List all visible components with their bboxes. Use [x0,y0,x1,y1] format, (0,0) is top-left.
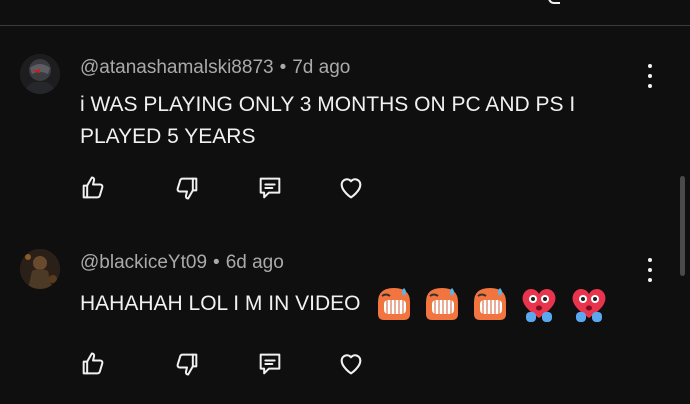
heart-button[interactable] [334,172,368,204]
dislike-button[interactable] [170,172,204,204]
header-divider [0,25,690,26]
heart-button[interactable] [334,348,368,380]
comment-meta: @atanashamalski8873 • 7d ago [80,57,350,79]
like-button[interactable] [76,348,110,380]
grimacing-sweat-emoji [426,288,459,320]
grimacing-sweat-emoji [474,288,507,320]
thumbs-down-icon [176,353,198,376]
more-vert-icon[interactable] [640,64,660,88]
reply-icon [259,177,281,199]
scrollbar[interactable] [680,176,685,276]
heart-icon [340,354,362,375]
comment-meta: @blackiceYt09 • 6d ago [80,252,284,274]
reply-button[interactable] [253,172,287,204]
comment-text: HAHAHAH LOL I M IN VIDEO [80,292,361,315]
reply-icon [259,353,281,375]
comment-text-row: HAHAHAH LOL I M IN VIDEO [80,284,640,324]
reply-button[interactable] [253,348,287,380]
avatar[interactable] [20,54,60,94]
comment-author[interactable]: @blackiceYt09 [80,252,207,273]
comment-time[interactable]: 6d ago [226,252,284,273]
more-vert-icon[interactable] [640,258,660,282]
comment-author[interactable]: @atanashamalski8873 [80,57,274,78]
dislike-button[interactable] [170,348,204,380]
top-edge-icon-fragment [548,0,560,4]
comment-time[interactable]: 7d ago [292,57,350,78]
grimacing-sweat-emoji [378,288,411,320]
thumbs-down-icon [176,177,198,200]
avatar[interactable] [20,249,60,289]
thumbs-up-icon [82,176,104,199]
heart-hug-emoji [572,288,606,322]
like-button[interactable] [76,172,110,204]
meta-separator: • [213,252,220,273]
meta-separator: • [279,57,287,78]
heart-icon [340,178,362,199]
thumbs-up-icon [82,352,104,375]
comment-text: i WAS PLAYING ONLY 3 MONTHS ON PC AND PS… [80,93,576,148]
heart-hug-emoji [522,288,556,322]
